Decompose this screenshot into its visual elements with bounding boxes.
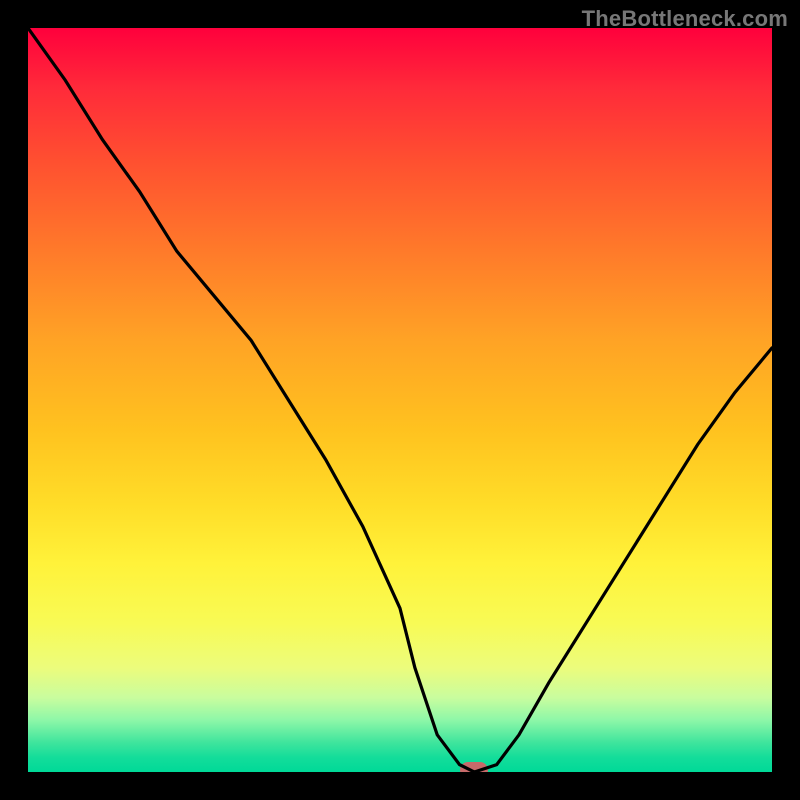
background-gradient xyxy=(28,28,772,772)
chart-frame: TheBottleneck.com xyxy=(0,0,800,800)
plot-area xyxy=(28,28,772,772)
watermark-text: TheBottleneck.com xyxy=(582,6,788,32)
optimal-marker xyxy=(460,762,488,772)
